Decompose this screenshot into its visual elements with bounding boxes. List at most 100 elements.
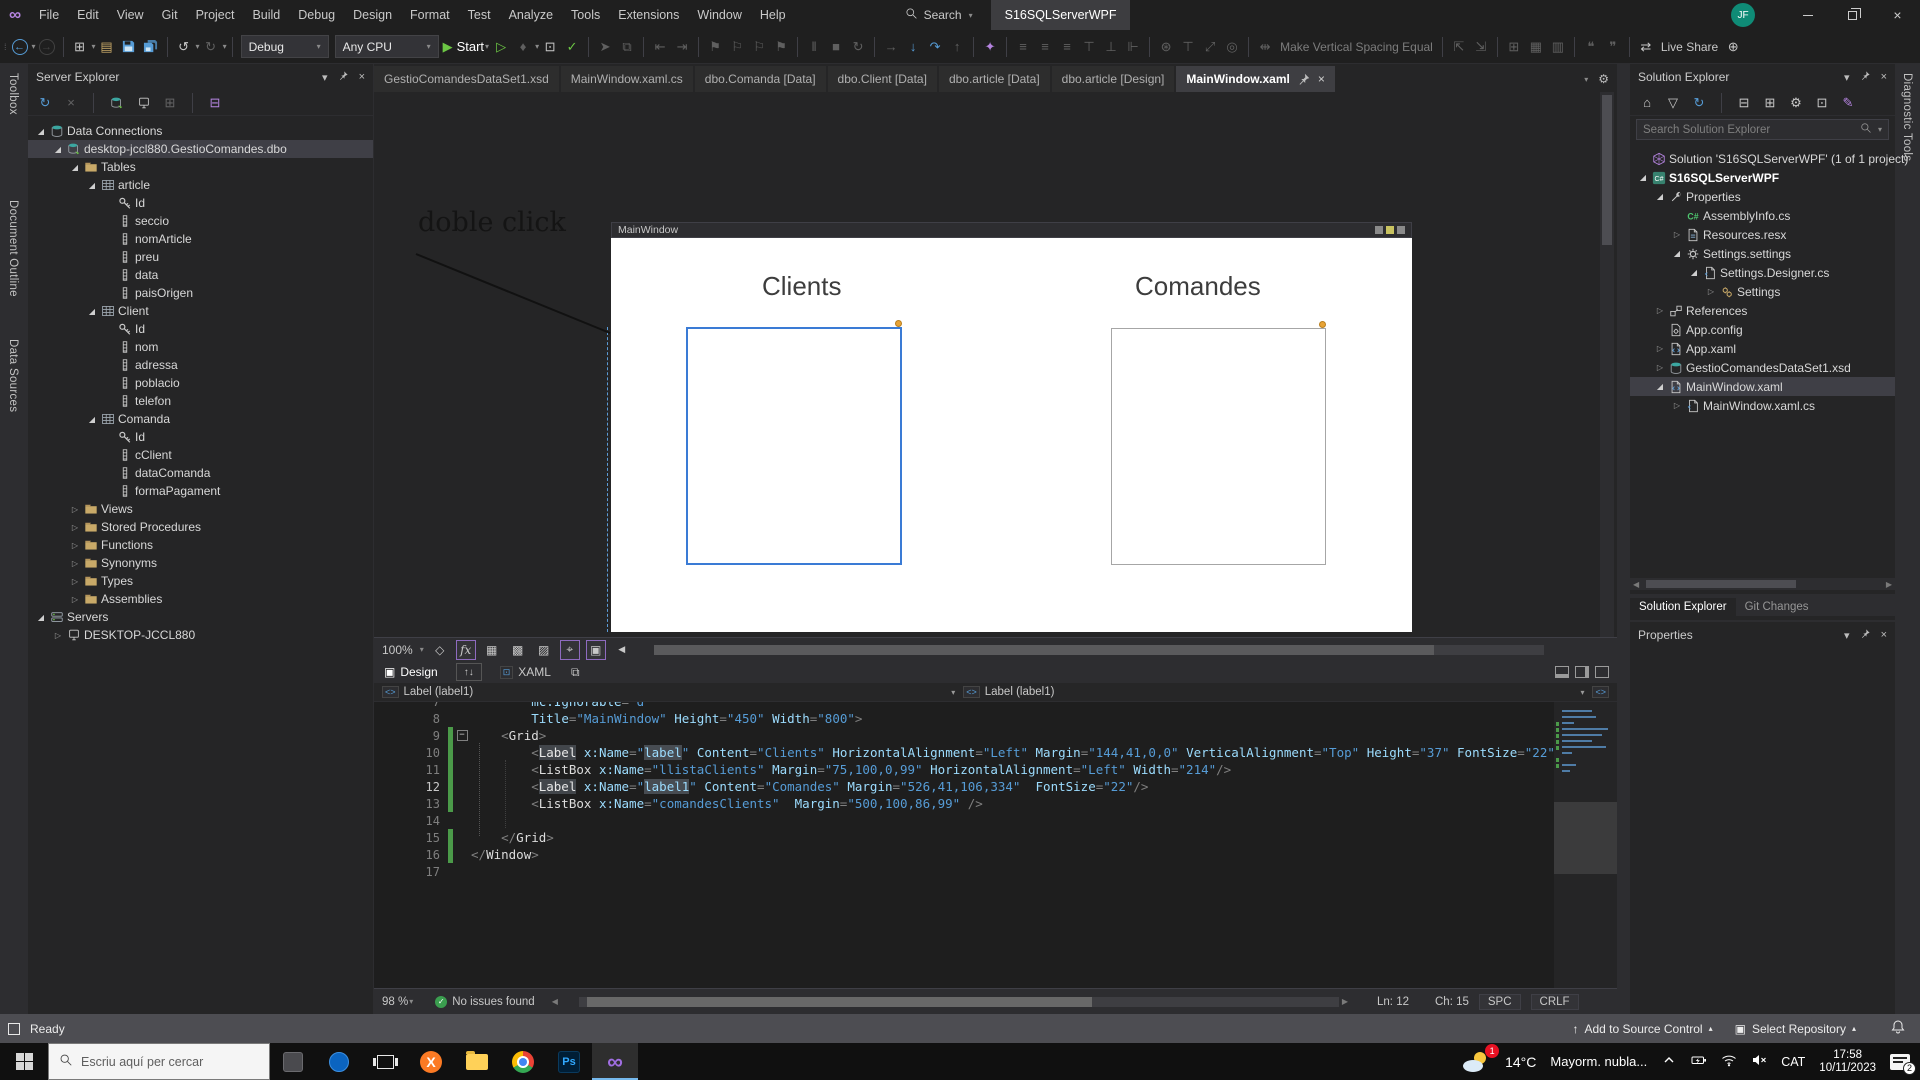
start-without-debugging-icon[interactable]: ▷ [491,35,511,59]
select-tool-icon[interactable]: ➤ [595,35,615,59]
server-tree-item-functions[interactable]: ▷ Functions [28,536,373,554]
profiler-icon[interactable]: ♦ [513,35,533,59]
server-tree-item-client[interactable]: ◢ Client [28,302,373,320]
menu-item-window[interactable]: Window [688,0,750,30]
tab-design-view[interactable]: ▣ Design [374,661,448,683]
save-all-icon[interactable] [141,35,161,59]
clipboard-icon[interactable]: ⧉ [617,35,637,59]
menu-item-view[interactable]: View [108,0,153,30]
solution-tree-item-app-config[interactable]: App.config [1630,320,1895,339]
solution-tree-item-settings-settings[interactable]: ◢ Settings.settings [1630,244,1895,263]
breadcrumb-segment[interactable]: <> Label (label1) [955,686,1062,698]
connect-database-icon[interactable] [108,91,125,115]
server-tree-item-desktop-jccl880[interactable]: ▷ DESKTOP-JCCL880 [28,626,373,644]
show-criteria-pane-icon[interactable]: ▥ [1548,35,1568,59]
code-line-8[interactable]: 8 Title="MainWindow" Height="450" Width=… [374,710,1617,727]
menu-item-analyze[interactable]: Analyze [500,0,562,30]
collapse-pane-icon[interactable] [1595,666,1609,678]
visual-studio-taskbar-icon[interactable]: ∞ [592,1043,638,1080]
designer-horizontal-scrollbar[interactable] [653,644,1544,655]
pending-edit-icon[interactable]: ✎ [1840,91,1856,115]
make-same-width-icon[interactable]: ⊛ [1156,35,1176,59]
action-center-icon[interactable]: 2 [1890,1053,1916,1075]
intellicode-icon[interactable]: ✦ [980,35,1000,59]
dropdown-caret-icon[interactable]: ▾ [32,42,36,51]
clock-widget[interactable]: 17:58 10/11/2023 [1819,1049,1876,1075]
swap-panes-icon[interactable]: ↑↓ [455,663,482,681]
solution-tree-item-s16sqlserverwpf[interactable]: ◢ C# S16SQLServerWPF [1630,168,1895,187]
server-tree-item-article[interactable]: ◢ article [28,176,373,194]
menu-item-help[interactable]: Help [751,0,795,30]
designed-label-comandes[interactable]: Comandes [1135,271,1261,302]
vertical-split-icon[interactable] [1575,666,1589,678]
pin-icon[interactable] [1860,628,1871,642]
server-tree-item-types[interactable]: ▷ Types [28,572,373,590]
insert-mode-indicator[interactable]: SPC [1478,993,1521,1010]
designed-listbox-llistaClients[interactable] [686,327,902,565]
pause-icon[interactable]: ‖ [804,35,824,59]
breadcrumb-segment[interactable]: <> Label (label1) [374,686,481,698]
xaml-code-editor[interactable]: 7 mc:Ignorable="d"8 Title="MainWindow" H… [374,702,1617,988]
prev-bookmark-icon[interactable]: ⚐ [727,35,747,59]
open-file-icon[interactable]: ▤ [97,35,117,59]
server-tree-item-servers[interactable]: ◢ Servers [28,608,373,626]
weather-widget[interactable]: 1 [1461,1043,1500,1074]
zoom-level-value[interactable]: 100% [382,643,413,657]
select-repository-button[interactable]: ▣ Select Repository ▴ [1735,1022,1856,1036]
solution-tree-item-app-xaml[interactable]: ▷ App.xaml [1630,339,1895,358]
expander-open-icon[interactable]: ◢ [68,163,82,172]
dropdown-caret-icon[interactable]: ▾ [92,42,96,51]
expander-open-icon[interactable]: ◢ [1636,173,1650,182]
outdent-icon[interactable]: ⇤ [650,35,670,59]
expander-closed-icon[interactable]: ▷ [1670,401,1684,410]
menu-item-format[interactable]: Format [401,0,459,30]
new-project-icon[interactable]: ⊞ [70,35,90,59]
close-button[interactable]: × [1875,0,1920,30]
file-explorer-icon[interactable] [454,1043,500,1080]
code-line-7[interactable]: 7 mc:Ignorable="d" [374,702,1617,710]
temperature-value[interactable]: 14°C [1505,1054,1536,1070]
photoshop-icon[interactable]: Ps [546,1043,592,1080]
bottom-tab-solution-explorer[interactable]: Solution Explorer [1630,598,1736,616]
uncomment-icon[interactable]: ❞ [1603,35,1623,59]
align-lefts-icon[interactable]: ≡ [1013,35,1033,59]
minimize-button[interactable] [1785,0,1830,30]
add-to-source-control-button[interactable]: ↑ Add to Source Control ▴ [1573,1022,1713,1036]
editor-horizontal-scrollbar[interactable] [578,996,1339,1007]
scroll-left-icon[interactable]: ◀ [1630,580,1642,589]
zoom-caret-icon[interactable]: ▾ [420,645,424,654]
code-line-15[interactable]: 15 </Grid> [374,829,1617,846]
panel-splitter[interactable] [1617,64,1630,1014]
clear-bookmarks-icon[interactable]: ⚑ [771,35,791,59]
scroll-right-icon[interactable]: ▶ [1339,997,1351,1006]
attach-icon[interactable]: ⊡ [540,35,560,59]
expander-open-icon[interactable]: ◢ [1687,268,1701,277]
task-view-icon[interactable] [362,1043,408,1080]
preview-selected-icon[interactable]: ⊡ [1814,91,1830,115]
xampp-icon[interactable]: X [408,1043,454,1080]
menu-item-file[interactable]: File [30,0,68,30]
align-bottoms-icon[interactable]: ⊩ [1123,35,1143,59]
snap-snaplines-toggle-icon[interactable]: ▣ [585,639,606,660]
menu-item-debug[interactable]: Debug [289,0,344,30]
expander-closed-icon[interactable]: ▷ [68,577,82,586]
solution-tree-item-properties[interactable]: ◢ Properties [1630,187,1895,206]
refresh-icon[interactable]: ↻ [37,91,53,115]
server-tree-item-adressa[interactable]: adressa [28,356,373,374]
server-tree-item-id[interactable]: Id [28,428,373,446]
designed-window-body[interactable]: Clients Comandes [611,238,1412,632]
server-tree-item-stored-procedures[interactable]: ▷ Stored Procedures [28,518,373,536]
tab-dbo-client-data-[interactable]: dbo.Client [Data] [827,66,937,92]
server-tree-item-data-connections[interactable]: ◢ Data Connections [28,122,373,140]
expander-closed-icon[interactable]: ▷ [1653,344,1667,353]
expander-closed-icon[interactable]: ▷ [1653,306,1667,315]
notifications-bell-icon[interactable] [1890,1019,1906,1038]
solution-tree-item-gestiocomandesdataset1-xsd[interactable]: ▷ GestioComandesDataSet1.xsd [1630,358,1895,377]
structure-icon[interactable]: ⊟ [207,91,223,115]
keyboard-language-indicator[interactable]: CAT [1781,1055,1805,1069]
align-rights-icon[interactable]: ≡ [1057,35,1077,59]
expander-closed-icon[interactable]: ▷ [1670,230,1684,239]
expander-closed-icon[interactable]: ▷ [1653,363,1667,372]
send-to-back-icon[interactable]: ⇲ [1471,35,1491,59]
wpf-designer-surface[interactable]: MainWindow Clients Comandes doble click [374,92,1617,637]
